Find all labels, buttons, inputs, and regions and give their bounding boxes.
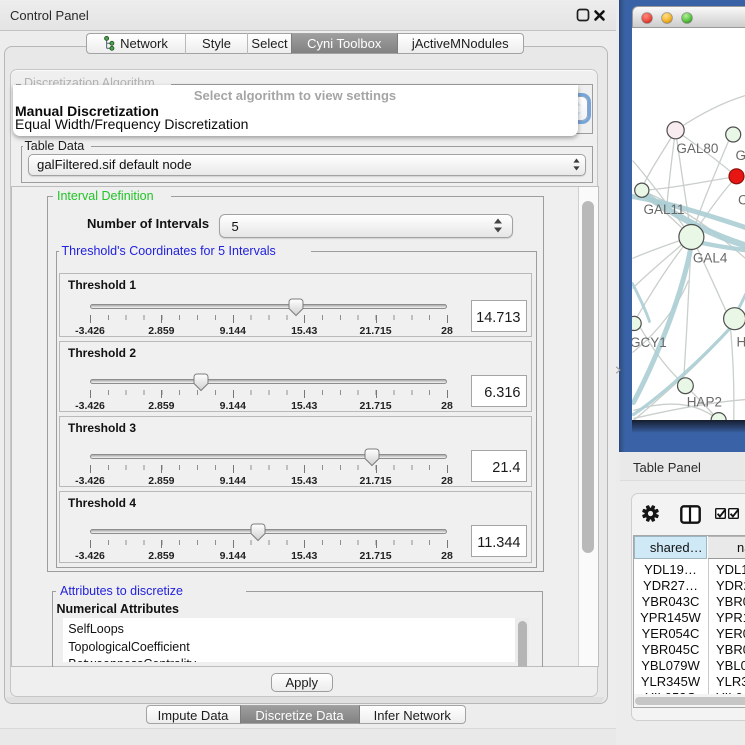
- svg-text:HAP2: HAP2: [686, 394, 721, 409]
- svg-text:GAL4: GAL4: [692, 250, 727, 265]
- svg-text:H: H: [736, 334, 745, 349]
- svg-text:G.: G.: [735, 148, 745, 163]
- svg-text:C: C: [738, 192, 745, 207]
- svg-text:GAL11: GAL11: [643, 202, 684, 217]
- svg-text:GCY1: GCY1: [632, 335, 667, 350]
- svg-text:GAL80: GAL80: [676, 141, 718, 156]
